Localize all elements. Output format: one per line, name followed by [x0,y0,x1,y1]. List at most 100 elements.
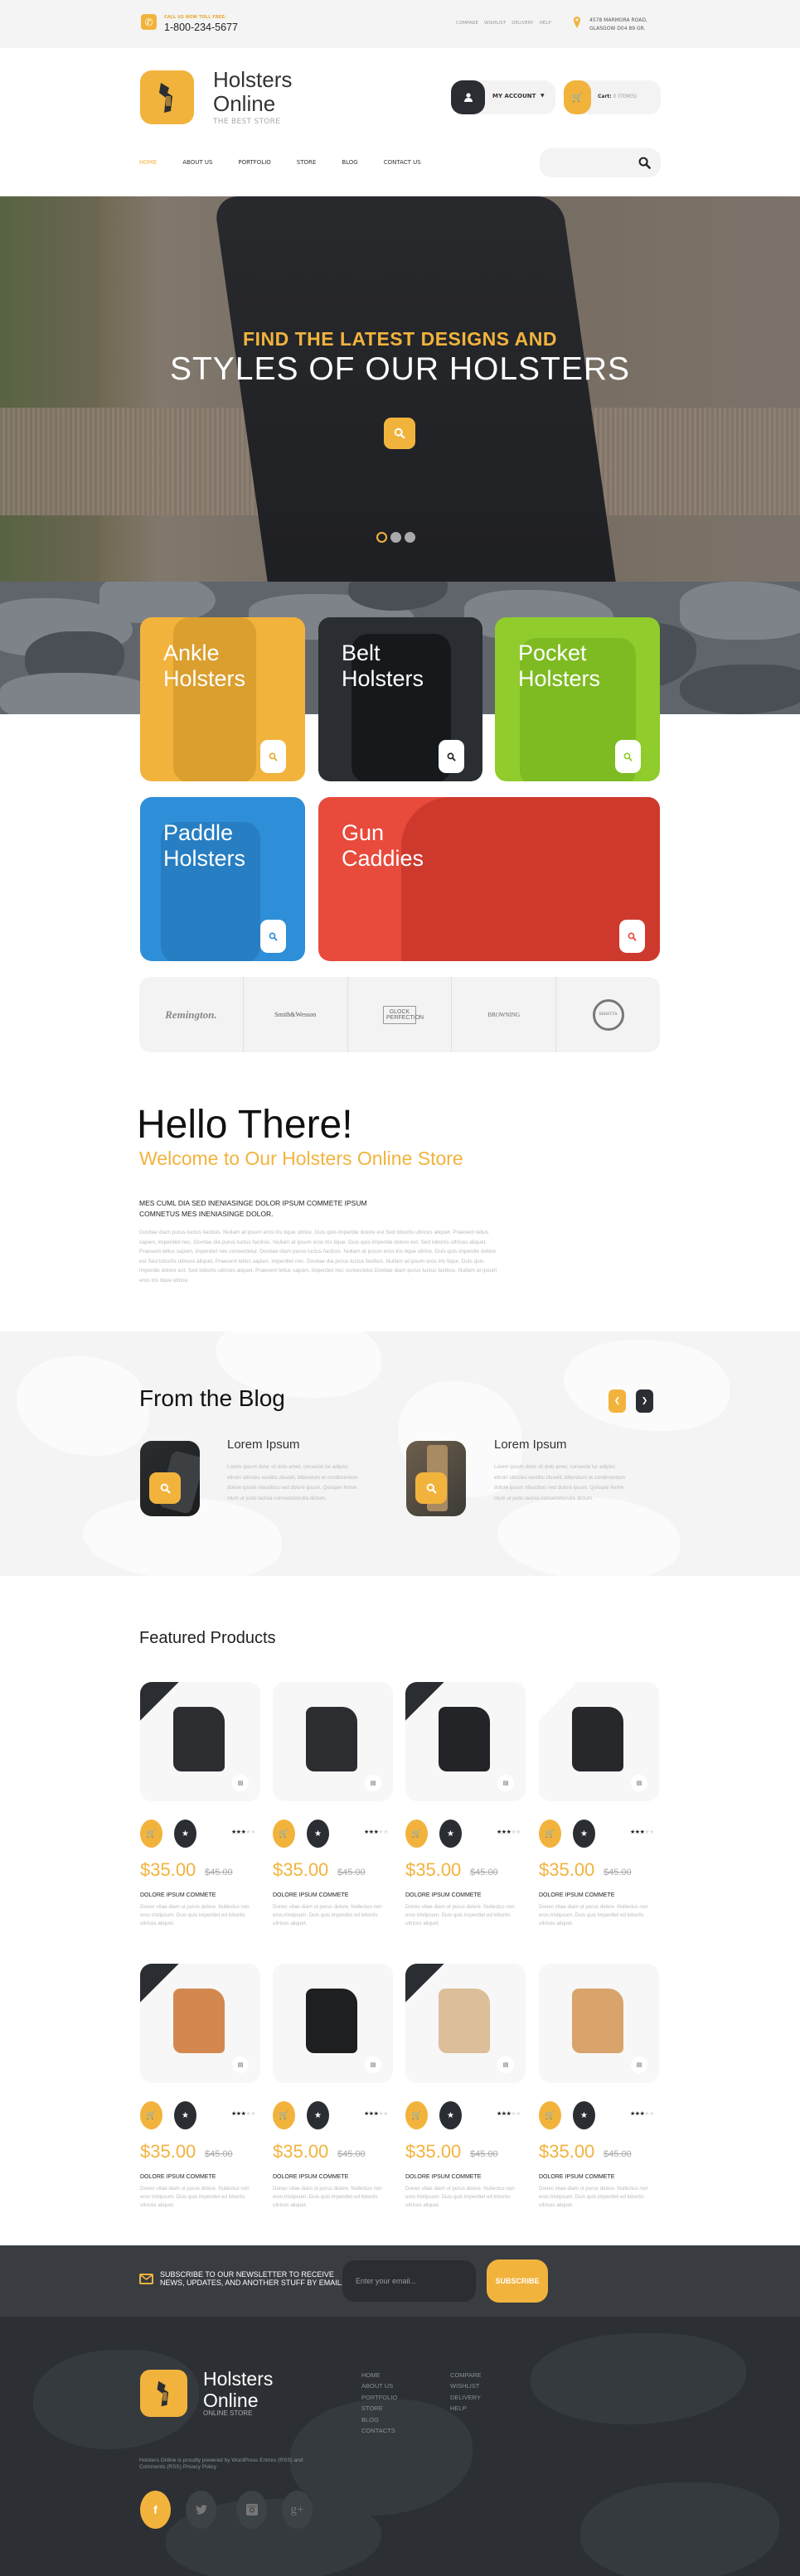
hero-search-button[interactable] [384,418,415,449]
my-account-button[interactable]: MY ACCOUNT ▼ [451,80,555,114]
blog-post-image[interactable] [140,1441,200,1516]
footer-link-help[interactable]: HELP [450,2403,481,2414]
footer-link-store[interactable]: STORE [361,2403,397,2414]
add-to-wishlist-button[interactable]: ★ [174,2101,196,2129]
logo-icon[interactable] [140,70,194,124]
search-input[interactable] [540,148,661,177]
slider-dot-2[interactable] [390,532,401,543]
footer-logo-icon[interactable] [140,2370,187,2417]
add-to-wishlist-button[interactable]: ★ [439,1820,462,1848]
compare-button[interactable]: ▤ [365,1775,381,1791]
product-name[interactable]: DOLORE IPSUM COMMETE [273,1892,348,1898]
add-to-wishlist-button[interactable]: ★ [174,1820,196,1848]
brand-browning[interactable]: BROWNING [452,977,557,1052]
add-to-cart-button[interactable]: 🛒 [273,1820,295,1848]
add-to-wishlist-button[interactable]: ★ [573,2101,595,2129]
add-to-cart-button[interactable]: 🛒 [539,1820,561,1848]
nav-contact-us[interactable]: CONTACT US [384,159,421,166]
compare-button[interactable]: ▤ [497,2056,514,2073]
nav-store[interactable]: STORE [297,159,317,166]
product-name[interactable]: DOLORE IPSUM COMMETE [140,1892,216,1898]
blog-post-search-button[interactable] [149,1472,181,1504]
cart-button[interactable]: 🛒 Cart: 0 ITEM(S) [564,80,661,114]
twitter-button[interactable] [186,2491,216,2529]
compare-button[interactable]: ▤ [365,2056,381,2073]
footer-link-home[interactable]: HOME [361,2370,397,2380]
blog-post-title[interactable]: Lorem Ipsum [227,1438,300,1452]
facebook-button[interactable]: f [140,2491,171,2529]
product-image[interactable]: ▤ [539,1964,659,2083]
subscribe-button[interactable]: SUBSCRIBE [487,2259,548,2303]
category-pocket-holsters[interactable]: Pocket Holsters [495,617,660,781]
brand-glock[interactable]: GLOCK PERFECTION [348,977,453,1052]
category-search-button[interactable] [615,740,641,773]
category-search-button[interactable] [619,920,645,953]
product-name[interactable]: DOLORE IPSUM COMMETE [140,2174,216,2180]
blog-next-button[interactable]: ❯ [636,1389,653,1413]
brand-remington[interactable]: Remington. [139,977,244,1052]
add-to-wishlist-button[interactable]: ★ [439,2101,462,2129]
compare-button[interactable]: ▤ [631,2056,647,2073]
footer-link-wishlist[interactable]: WISHLIST [450,2380,481,2391]
compare-button[interactable]: ▤ [497,1775,514,1791]
category-ankle-holsters[interactable]: Ankle Holsters [140,617,305,781]
nav-blog[interactable]: BLOG [342,159,357,166]
slider-dot-3[interactable] [405,532,415,543]
category-search-button[interactable] [260,740,286,773]
product-image[interactable]: SALE▤ [140,1964,260,2083]
slider-dot-1[interactable] [376,532,387,543]
top-link-delivery[interactable]: DELIVERY [512,21,533,26]
phone-number[interactable]: 1-800-234-5677 [164,22,238,33]
blog-prev-button[interactable]: ❮ [608,1389,626,1413]
footer-link-contacts[interactable]: CONTACTS [361,2425,397,2436]
add-to-cart-button[interactable]: 🛒 [539,2101,561,2129]
instagram-button[interactable] [236,2491,267,2529]
add-to-wishlist-button[interactable]: ★ [573,1820,595,1848]
category-search-button[interactable] [260,920,286,953]
blog-post-image[interactable] [406,1441,466,1516]
category-search-button[interactable] [439,740,464,773]
top-link-wishlist[interactable]: WISHLIST [484,21,506,26]
product-name[interactable]: DOLORE IPSUM COMMETE [405,2174,481,2180]
brand-beretta[interactable]: BERETTA [556,977,660,1052]
footer-link-delivery[interactable]: DELIVERY [450,2392,481,2403]
search-icon[interactable] [638,157,651,169]
nav-about-us[interactable]: ABOUT US [182,159,212,166]
category-belt-holsters[interactable]: Belt Holsters [318,617,482,781]
add-to-cart-button[interactable]: 🛒 [140,1820,162,1848]
nav-portfolio[interactable]: PORTFOLIO [238,159,270,166]
google-plus-button[interactable]: g+ [282,2491,313,2529]
nav-home[interactable]: HOME [139,159,157,166]
footer-link-compare[interactable]: COMPARE [450,2370,481,2380]
top-link-help[interactable]: HELP [540,21,551,26]
blog-post-title[interactable]: Lorem Ipsum [494,1438,567,1452]
footer-link-portfolio[interactable]: PORTFOLIO [361,2392,397,2403]
product-name[interactable]: DOLORE IPSUM COMMETE [539,1892,614,1898]
product-image[interactable]: ▤ [273,1964,393,2083]
compare-button[interactable]: ▤ [631,1775,647,1791]
product-image[interactable]: SALE▤ [405,1682,526,1801]
footer-link-about-us[interactable]: ABOUT US [361,2380,397,2391]
add-to-cart-button[interactable]: 🛒 [140,2101,162,2129]
compare-button[interactable]: ▤ [232,2056,249,2073]
product-image[interactable]: SALE▤ [140,1682,260,1801]
add-to-cart-button[interactable]: 🛒 [405,2101,428,2129]
brand-smith-wesson[interactable]: Smith&Wesson [244,977,348,1052]
category-paddle-holsters[interactable]: Paddle Holsters [140,797,305,961]
email-input[interactable] [342,2260,476,2302]
add-to-cart-button[interactable]: 🛒 [405,1820,428,1848]
footer-site-title[interactable]: Holsters Online [203,2368,273,2411]
blog-post-search-button[interactable] [415,1472,447,1504]
product-image[interactable]: NEW▤ [539,1682,659,1801]
product-name[interactable]: DOLORE IPSUM COMMETE [539,2174,614,2180]
add-to-wishlist-button[interactable]: ★ [307,2101,329,2129]
add-to-wishlist-button[interactable]: ★ [307,1820,329,1848]
top-link-compare[interactable]: COMPARE [456,21,478,26]
compare-button[interactable]: ▤ [232,1775,249,1791]
footer-link-blog[interactable]: BLOG [361,2414,397,2425]
category-gun-caddies[interactable]: Gun Caddies [318,797,660,961]
product-image[interactable]: SALE▤ [405,1964,526,2083]
add-to-cart-button[interactable]: 🛒 [273,2101,295,2129]
product-name[interactable]: DOLORE IPSUM COMMETE [405,1892,481,1898]
site-title[interactable]: Holsters Online [213,68,292,116]
